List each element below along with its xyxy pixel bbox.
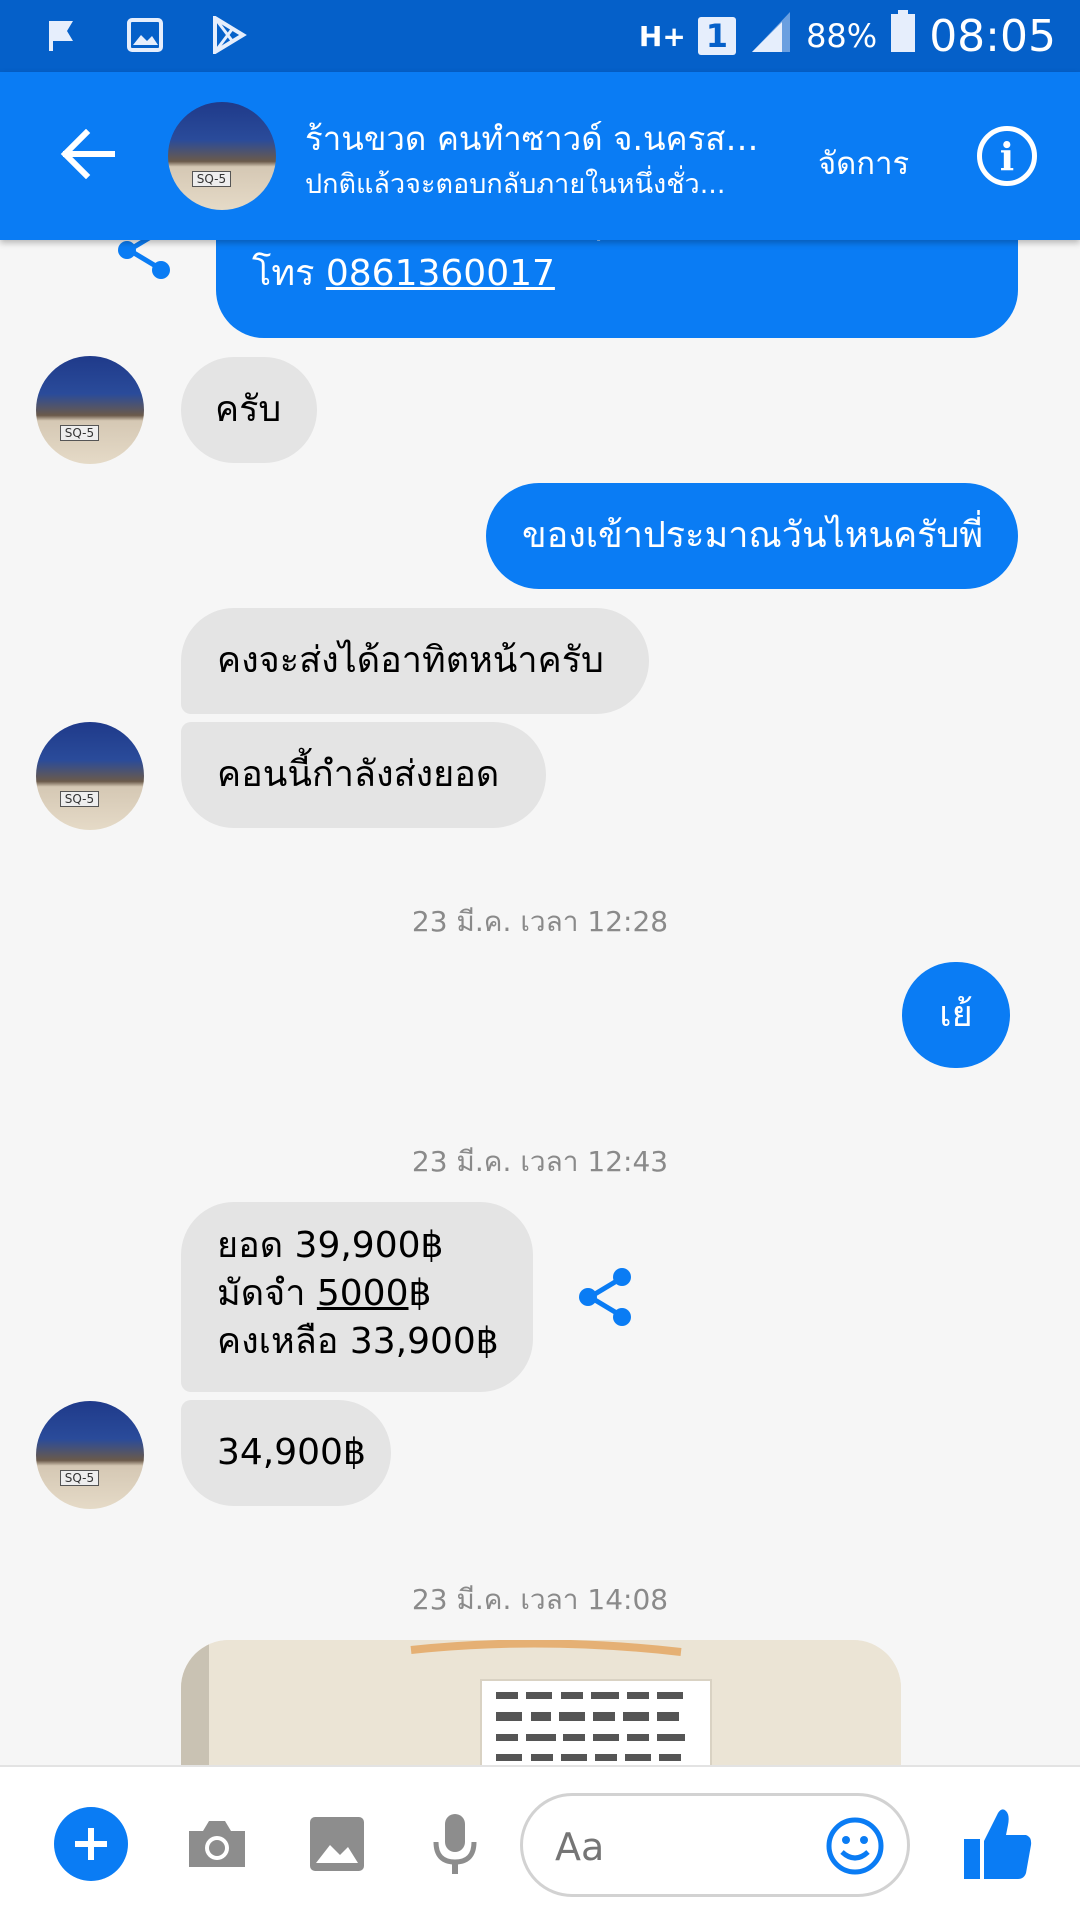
sim-badge: 1	[697, 17, 737, 55]
message-text: ครับ	[215, 389, 282, 430]
response-time-note: ปกติแล้วจะตอบกลับภายในหนึ่งชั่ว...	[305, 169, 726, 200]
message-text: ของเข้าประมาณวันไหนครับพี่	[522, 515, 984, 556]
phone-link[interactable]: 0861360017	[326, 253, 555, 294]
message-bubble-incoming[interactable]: ยอด 39,900฿ มัดจำ 5000฿ คงเหลือ 33,900฿	[181, 1202, 533, 1392]
message-text: 34,900฿	[217, 1432, 366, 1473]
message-text: ยอด 39,900฿	[217, 1225, 444, 1266]
message-text: คอนนี้กำลังส่งยอด	[217, 754, 500, 795]
message-list[interactable]: 75 ซ.ลาซาล50 แขวง/เขตบางนา กทม 10260 โทร…	[0, 240, 1080, 1765]
plus-icon[interactable]	[54, 1807, 128, 1881]
message-bubble-outgoing[interactable]: เย้	[902, 962, 1010, 1068]
battery-percent: 88%	[806, 17, 878, 55]
contact-avatar[interactable]: SQ-5	[168, 102, 276, 210]
avatar-label: SQ-5	[191, 171, 232, 188]
message-text: มัดจำ 5000฿	[217, 1273, 432, 1314]
message-bubble-outgoing[interactable]: ของเข้าประมาณวันไหนครับพี่	[486, 483, 1018, 589]
info-icon[interactable]: i	[977, 126, 1037, 186]
flag-icon	[38, 12, 84, 58]
message-text: คงเหลือ 33,900฿	[217, 1321, 499, 1362]
message-bubble-incoming[interactable]: คอนนี้กำลังส่งยอด	[181, 722, 546, 828]
message-text: เย้	[939, 994, 973, 1035]
image-icon[interactable]	[302, 1809, 372, 1879]
clock: 08:05	[929, 10, 1056, 62]
avatar-label: SQ-5	[59, 1470, 100, 1487]
status-bar: H+ 1 88% 08:05	[0, 0, 1080, 72]
message-bubble-incoming[interactable]: ครับ	[181, 357, 317, 463]
conversation-header: SQ-5 ร้านขวด คนทำซาวด์ จ.นครสว... ปกติแล…	[0, 72, 1080, 240]
photo-content	[181, 1640, 901, 1765]
camera-icon[interactable]	[182, 1809, 252, 1879]
thumbs-up-icon[interactable]	[962, 1805, 1034, 1881]
message-text: 75 ซ.ลาซาล50 แขวง/เขตบางนา กทม 10260	[252, 240, 982, 250]
message-text: คงจะส่งได้อาทิตหน้าครับ	[217, 640, 604, 681]
number-link[interactable]: 5000	[317, 1273, 409, 1314]
sender-avatar[interactable]: SQ-5	[36, 356, 144, 464]
signal-icon	[748, 8, 794, 64]
timestamp: 23 มี.ค. เวลา 14:08	[411, 1583, 669, 1616]
back-arrow-icon[interactable]	[52, 122, 124, 186]
timestamp: 23 มี.ค. เวลา 12:43	[411, 1145, 669, 1178]
microphone-icon[interactable]	[420, 1809, 490, 1879]
emoji-icon[interactable]	[825, 1816, 885, 1876]
gallery-icon	[122, 12, 168, 58]
contact-name[interactable]: ร้านขวด คนทำซาวด์ จ.นครสว...	[305, 112, 765, 165]
share-icon[interactable]	[115, 240, 173, 282]
message-input[interactable]	[520, 1793, 910, 1897]
avatar-label: SQ-5	[59, 791, 100, 808]
sender-avatar[interactable]: SQ-5	[36, 1401, 144, 1509]
sender-avatar[interactable]: SQ-5	[36, 722, 144, 830]
message-bubble-incoming[interactable]: คงจะส่งได้อาทิตหน้าครับ	[181, 608, 649, 714]
share-icon[interactable]	[576, 1265, 634, 1329]
photo-attachment[interactable]	[181, 1640, 901, 1765]
battery-icon	[889, 8, 917, 64]
message-bubble-incoming[interactable]: 34,900฿	[181, 1400, 391, 1506]
message-bubble-outgoing[interactable]: 75 ซ.ลาซาล50 แขวง/เขตบางนา กทม 10260 โทร…	[216, 240, 1018, 338]
play-store-icon	[206, 12, 252, 58]
timestamp: 23 มี.ค. เวลา 12:28	[411, 905, 669, 938]
message-text-field[interactable]	[553, 1816, 807, 1878]
message-composer	[0, 1765, 1080, 1922]
avatar-label: SQ-5	[59, 425, 100, 442]
manage-button[interactable]: จัดการ	[818, 138, 909, 188]
network-type: H+	[638, 19, 686, 53]
message-text: โทร 0861360017	[252, 253, 555, 294]
